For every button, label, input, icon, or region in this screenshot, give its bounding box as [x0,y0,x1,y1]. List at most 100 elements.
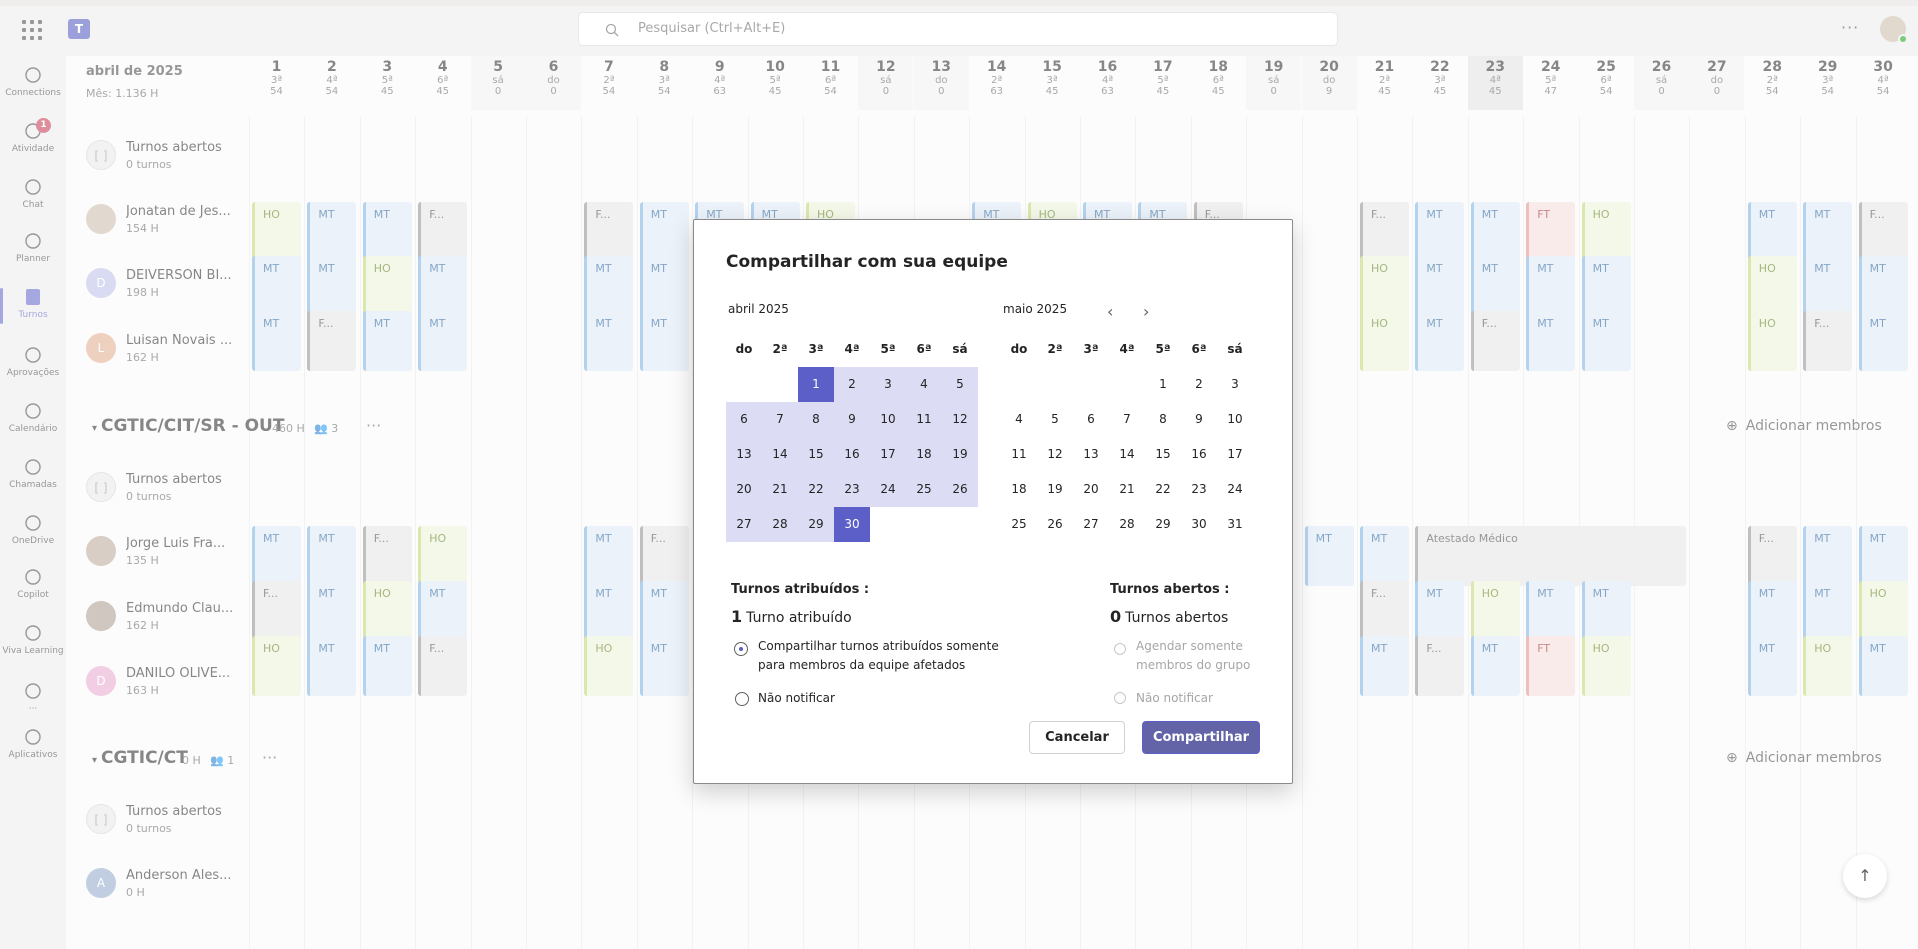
assigned-no-notify-radio[interactable] [735,692,749,706]
open-count-number: 0 [1110,607,1122,626]
calendar-empty-cell [1037,367,1073,402]
share-dialog: Compartilhar com sua equipe abril 2025 d… [693,219,1293,784]
calendar-day[interactable]: 30 [1181,507,1217,542]
calendar-day[interactable]: 2 [1181,367,1217,402]
calendar-day[interactable]: 25 [906,472,942,507]
calendar-day[interactable]: 11 [1001,437,1037,472]
calendar-day[interactable]: 3 [870,367,906,402]
weekday-header: sá [952,342,968,356]
calendar-day[interactable]: 18 [906,437,942,472]
calendar-empty-cell [1001,367,1037,402]
calendar-day[interactable]: 4 [1001,402,1037,437]
calendar-day[interactable]: 10 [1217,402,1253,437]
assigned-no-notify-label[interactable]: Não notificar [758,689,835,708]
calendar-day[interactable]: 23 [834,472,870,507]
prev-month-icon[interactable]: ‹ [1107,302,1113,321]
calendar-day[interactable]: 16 [1181,437,1217,472]
calendar-day[interactable]: 6 [1073,402,1109,437]
calendar-day[interactable]: 11 [906,402,942,437]
calendar-day[interactable]: 12 [942,402,978,437]
weekday-header: 3ª [808,342,824,356]
calendar-day[interactable]: 27 [1073,507,1109,542]
calendar-day[interactable]: 27 [726,507,762,542]
calendar-day[interactable]: 13 [726,437,762,472]
calendar-day[interactable]: 3 [1217,367,1253,402]
calendar-day[interactable]: 23 [1181,472,1217,507]
calendar-day[interactable]: 9 [1181,402,1217,437]
calendar-day[interactable]: 16 [834,437,870,472]
calendar-day[interactable]: 30 [834,507,870,542]
calendar-day[interactable]: 19 [1037,472,1073,507]
open-group-only-radio [1114,643,1126,655]
arrow-up-icon: ↑ [1858,866,1872,885]
calendar-day[interactable]: 4 [906,367,942,402]
assigned-affected-only-label[interactable]: Compartilhar turnos atribuídos somente p… [758,637,1018,675]
calendar-day[interactable]: 31 [1217,507,1253,542]
calendar-day[interactable]: 1 [1145,367,1181,402]
weekday-header: sá [1227,342,1243,356]
share-button[interactable]: Compartilhar [1142,721,1260,754]
weekday-header: do [1010,342,1028,356]
cancel-button[interactable]: Cancelar [1029,721,1125,754]
calendar-day[interactable]: 15 [1145,437,1181,472]
calendar-day[interactable]: 14 [762,437,798,472]
calendar-day[interactable]: 24 [870,472,906,507]
calendar-month-title: maio 2025 [1003,302,1068,316]
calendar-day[interactable]: 10 [870,402,906,437]
calendar-day[interactable]: 5 [1037,402,1073,437]
calendar-day[interactable]: 12 [1037,437,1073,472]
calendar-day[interactable]: 17 [1217,437,1253,472]
calendar-day[interactable]: 29 [1145,507,1181,542]
calendar-day[interactable]: 6 [726,402,762,437]
calendar-day[interactable]: 22 [798,472,834,507]
calendar-day[interactable]: 25 [1001,507,1037,542]
open-shifts-count: 0 Turnos abertos [1110,607,1228,626]
assigned-count-number: 1 [731,607,743,626]
calendar-day[interactable]: 28 [1109,507,1145,542]
calendar-day[interactable]: 5 [942,367,978,402]
next-month-icon[interactable]: › [1143,302,1149,321]
calendar-day[interactable]: 21 [1109,472,1145,507]
calendar-day[interactable]: 26 [1037,507,1073,542]
open-group-only-label: Agendar somente membros do grupo [1136,639,1251,672]
calendar-day[interactable]: 8 [798,402,834,437]
calendar-day[interactable]: 28 [762,507,798,542]
assigned-affected-only-radio[interactable] [735,643,747,655]
calendar-day[interactable]: 19 [942,437,978,472]
calendar-day[interactable]: 24 [1217,472,1253,507]
weekday-header: 4ª [844,342,860,356]
calendar-empty-cell [1073,367,1109,402]
calendar-month-title: abril 2025 [728,302,789,316]
calendar-empty-cell [726,367,762,402]
calendar-day[interactable]: 22 [1145,472,1181,507]
weekday-header: 2ª [772,342,788,356]
weekday-header: do [735,342,753,356]
weekday-header: 6ª [1191,342,1207,356]
weekday-header: 5ª [1155,342,1171,356]
calendar-day[interactable]: 17 [870,437,906,472]
assigned-shifts-count: 1 Turno atribuído [731,607,852,626]
weekday-header: 6ª [916,342,932,356]
calendar-day[interactable]: 9 [834,402,870,437]
calendar-day[interactable]: 14 [1109,437,1145,472]
calendar-day[interactable]: 7 [1109,402,1145,437]
calendar-day[interactable]: 1 [798,367,834,402]
assigned-count-label: Turno atribuído [746,610,852,626]
calendar-day[interactable]: 8 [1145,402,1181,437]
calendar-day[interactable]: 2 [834,367,870,402]
calendar-day[interactable]: 15 [798,437,834,472]
weekday-header: 2ª [1047,342,1063,356]
calendar-day[interactable]: 26 [942,472,978,507]
calendar-day[interactable]: 20 [726,472,762,507]
calendar-day[interactable]: 20 [1073,472,1109,507]
scroll-top-button[interactable]: ↑ [1843,854,1887,898]
calendar-day[interactable]: 21 [762,472,798,507]
calendar-day[interactable]: 18 [1001,472,1037,507]
calendar-day[interactable]: 7 [762,402,798,437]
calendar-empty-cell [762,367,798,402]
open-count-label: Turnos abertos [1125,610,1229,626]
calendar-day[interactable]: 13 [1073,437,1109,472]
weekday-header: 3ª [1083,342,1099,356]
calendar-day[interactable]: 29 [798,507,834,542]
weekday-header: 5ª [880,342,896,356]
